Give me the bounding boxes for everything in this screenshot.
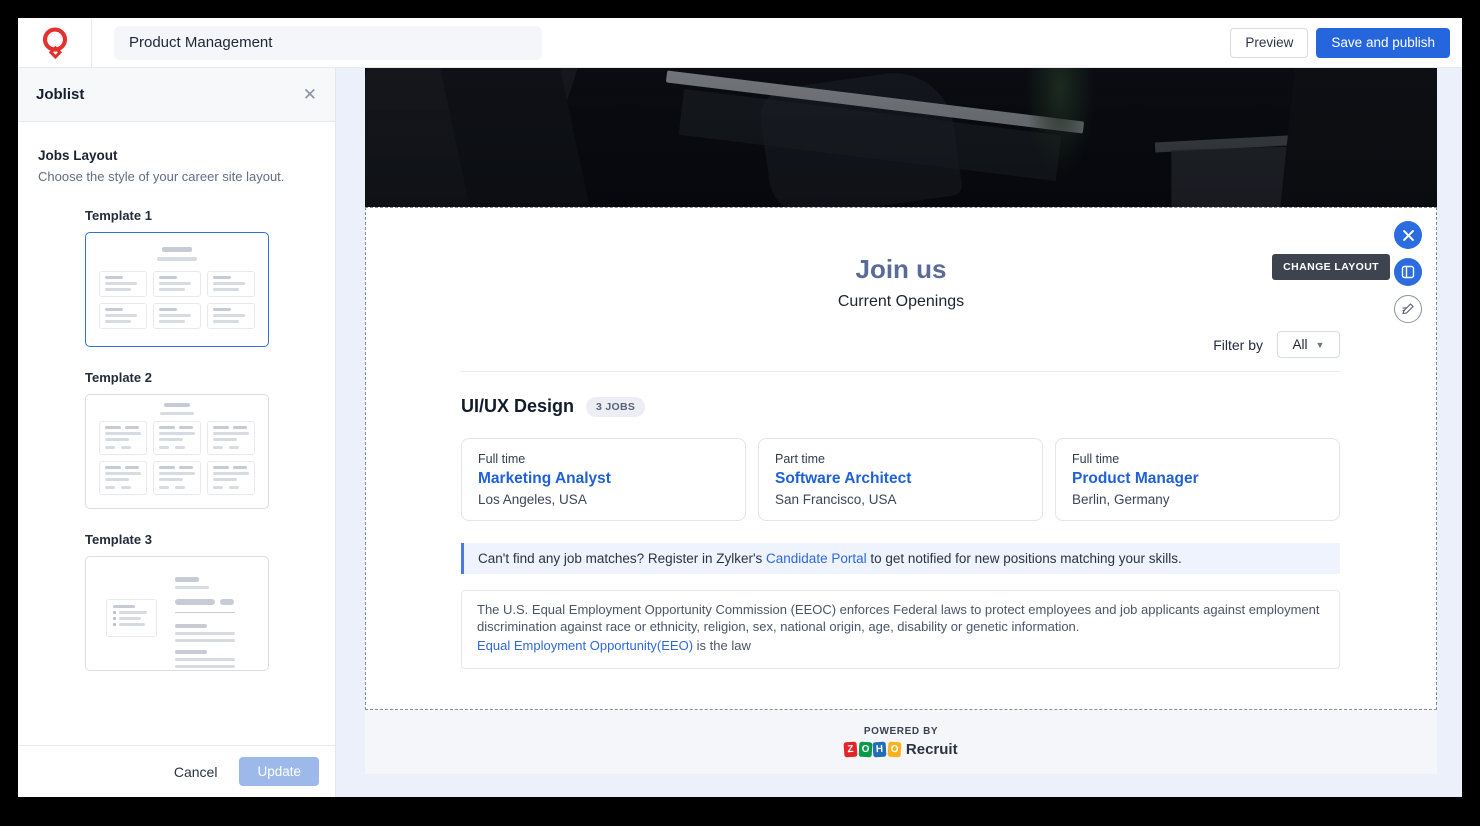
job-location: Los Angeles, USA bbox=[478, 492, 587, 507]
layout-icon bbox=[1401, 265, 1415, 279]
cancel-button[interactable]: Cancel bbox=[174, 764, 218, 780]
preview-button[interactable]: Preview bbox=[1230, 27, 1309, 58]
template-list: Template 1 Template 2 Template 3 bbox=[85, 208, 269, 671]
template-2-label: Template 2 bbox=[85, 370, 152, 385]
portal-note-text: Can't find any job matches? Register in … bbox=[478, 551, 767, 566]
job-type: Full time bbox=[478, 452, 526, 466]
filter-dropdown-value: All bbox=[1292, 337, 1308, 352]
close-icon bbox=[1402, 229, 1414, 241]
edit-pen-icon bbox=[1402, 303, 1414, 315]
update-button[interactable]: Update bbox=[239, 757, 319, 786]
powered-by-footer: POWERED BY Z O H O Recruit bbox=[365, 710, 1437, 774]
job-location: San Francisco, USA bbox=[775, 492, 897, 507]
job-title-link[interactable]: Product Manager bbox=[1072, 470, 1323, 488]
candidate-portal-note: Can't find any job matches? Register in … bbox=[461, 543, 1340, 574]
zoho-logo: Z O H O bbox=[843, 741, 902, 758]
template-2-thumbnail[interactable] bbox=[85, 394, 269, 509]
job-title-link[interactable]: Marketing Analyst bbox=[478, 470, 729, 488]
powered-by-label: POWERED BY bbox=[863, 726, 939, 737]
recruit-brand-name: Recruit bbox=[905, 741, 958, 758]
jobs-count-badge: 3 JOBS bbox=[586, 396, 646, 417]
job-cards-row: Full time Marketing Analyst Los Angeles,… bbox=[461, 438, 1340, 521]
department-title: UI/UX Design bbox=[461, 396, 575, 416]
hero-image bbox=[365, 68, 1437, 207]
template-2-art bbox=[86, 395, 268, 415]
zoho-tile-o2: O bbox=[887, 741, 902, 758]
portal-note-text-after: to get notified for new positions matchi… bbox=[866, 551, 1182, 566]
zoho-tile-h: H bbox=[873, 741, 887, 758]
zoho-tile-z: Z bbox=[843, 741, 858, 758]
change-layout-button[interactable] bbox=[1394, 258, 1422, 286]
job-card[interactable]: Full time Product Manager Berlin, German… bbox=[1055, 438, 1340, 521]
job-location: Berlin, Germany bbox=[1072, 492, 1170, 507]
template-1-grid bbox=[86, 271, 268, 329]
career-site-title-input[interactable] bbox=[114, 25, 542, 60]
topbar: Preview Save and publish bbox=[18, 18, 1462, 68]
template-2-grid bbox=[86, 421, 268, 495]
joblist-sidebar: Joblist ✕ Jobs Layout Choose the style o… bbox=[18, 68, 336, 797]
job-title-link[interactable]: Software Architect bbox=[775, 470, 1026, 488]
app-body: Joblist ✕ Jobs Layout Choose the style o… bbox=[18, 68, 1462, 797]
divider bbox=[461, 371, 1340, 372]
joblist-content: Filter by All ▼ UI/UX Design 3 JOBS Full… bbox=[366, 331, 1436, 669]
filter-by-label: Filter by bbox=[1213, 336, 1263, 353]
close-icon[interactable]: ✕ bbox=[303, 86, 317, 103]
app-logo[interactable] bbox=[18, 18, 92, 67]
sidebar-footer: Cancel Update bbox=[18, 745, 335, 797]
eeo-law-link[interactable]: Equal Employment Opportunity(EEO) bbox=[477, 638, 693, 653]
job-type: Full time bbox=[1072, 452, 1120, 466]
close-edit-button[interactable] bbox=[1394, 221, 1422, 249]
template-3-thumbnail[interactable] bbox=[85, 556, 269, 671]
eeoc-suffix: is the law bbox=[693, 637, 751, 653]
template-1-thumbnail[interactable] bbox=[85, 232, 269, 347]
sidebar-header: Joblist ✕ bbox=[18, 68, 335, 122]
zoho-tile-o1: O bbox=[858, 741, 873, 758]
department-section-header: UI/UX Design 3 JOBS bbox=[461, 396, 1340, 417]
zoho-recruit-brand: Z O H O Recruit bbox=[843, 741, 958, 758]
save-and-publish-button[interactable]: Save and publish bbox=[1316, 27, 1450, 58]
filter-dropdown[interactable]: All ▼ bbox=[1277, 331, 1340, 358]
filter-row: Filter by All ▼ bbox=[461, 331, 1340, 358]
candidate-portal-link[interactable]: Candidate Portal bbox=[766, 551, 867, 566]
template-1-label: Template 1 bbox=[85, 208, 152, 223]
topbar-actions: Preview Save and publish bbox=[1230, 27, 1450, 58]
eeoc-notice: The U.S. Equal Employment Opportunity Co… bbox=[461, 590, 1340, 669]
template-3-label: Template 3 bbox=[85, 532, 152, 547]
career-site-preview: CHANGE LAYOUT Join us Current Openings F… bbox=[365, 68, 1437, 774]
change-layout-tooltip: CHANGE LAYOUT bbox=[1272, 254, 1390, 280]
current-openings-subheading: Current Openings bbox=[837, 293, 965, 310]
template-3-art bbox=[86, 557, 268, 668]
screen-frame: Preview Save and publish Joblist ✕ Jobs … bbox=[0, 0, 1480, 826]
joblist-edit-zone[interactable]: CHANGE LAYOUT Join us Current Openings F… bbox=[365, 207, 1437, 710]
sidebar-content: Jobs Layout Choose the style of your car… bbox=[18, 122, 335, 745]
template-1-art bbox=[86, 233, 268, 261]
job-type: Part time bbox=[775, 452, 826, 466]
edit-section-button[interactable] bbox=[1394, 295, 1422, 323]
jobs-layout-heading: Jobs Layout bbox=[38, 148, 118, 163]
app-window: Preview Save and publish Joblist ✕ Jobs … bbox=[18, 18, 1462, 797]
job-card[interactable]: Full time Marketing Analyst Los Angeles,… bbox=[461, 438, 746, 521]
job-card[interactable]: Part time Software Architect San Francis… bbox=[758, 438, 1043, 521]
eeoc-text: The U.S. Equal Employment Opportunity Co… bbox=[477, 602, 1320, 634]
chevron-down-icon: ▼ bbox=[1315, 339, 1325, 350]
edit-zone-actions bbox=[1394, 221, 1422, 323]
sidebar-title: Joblist bbox=[36, 86, 85, 103]
zoho-recruit-logo-icon bbox=[42, 26, 67, 59]
jobs-layout-description: Choose the style of your career site lay… bbox=[38, 169, 285, 184]
site-preview-canvas: CHANGE LAYOUT Join us Current Openings F… bbox=[336, 68, 1462, 797]
